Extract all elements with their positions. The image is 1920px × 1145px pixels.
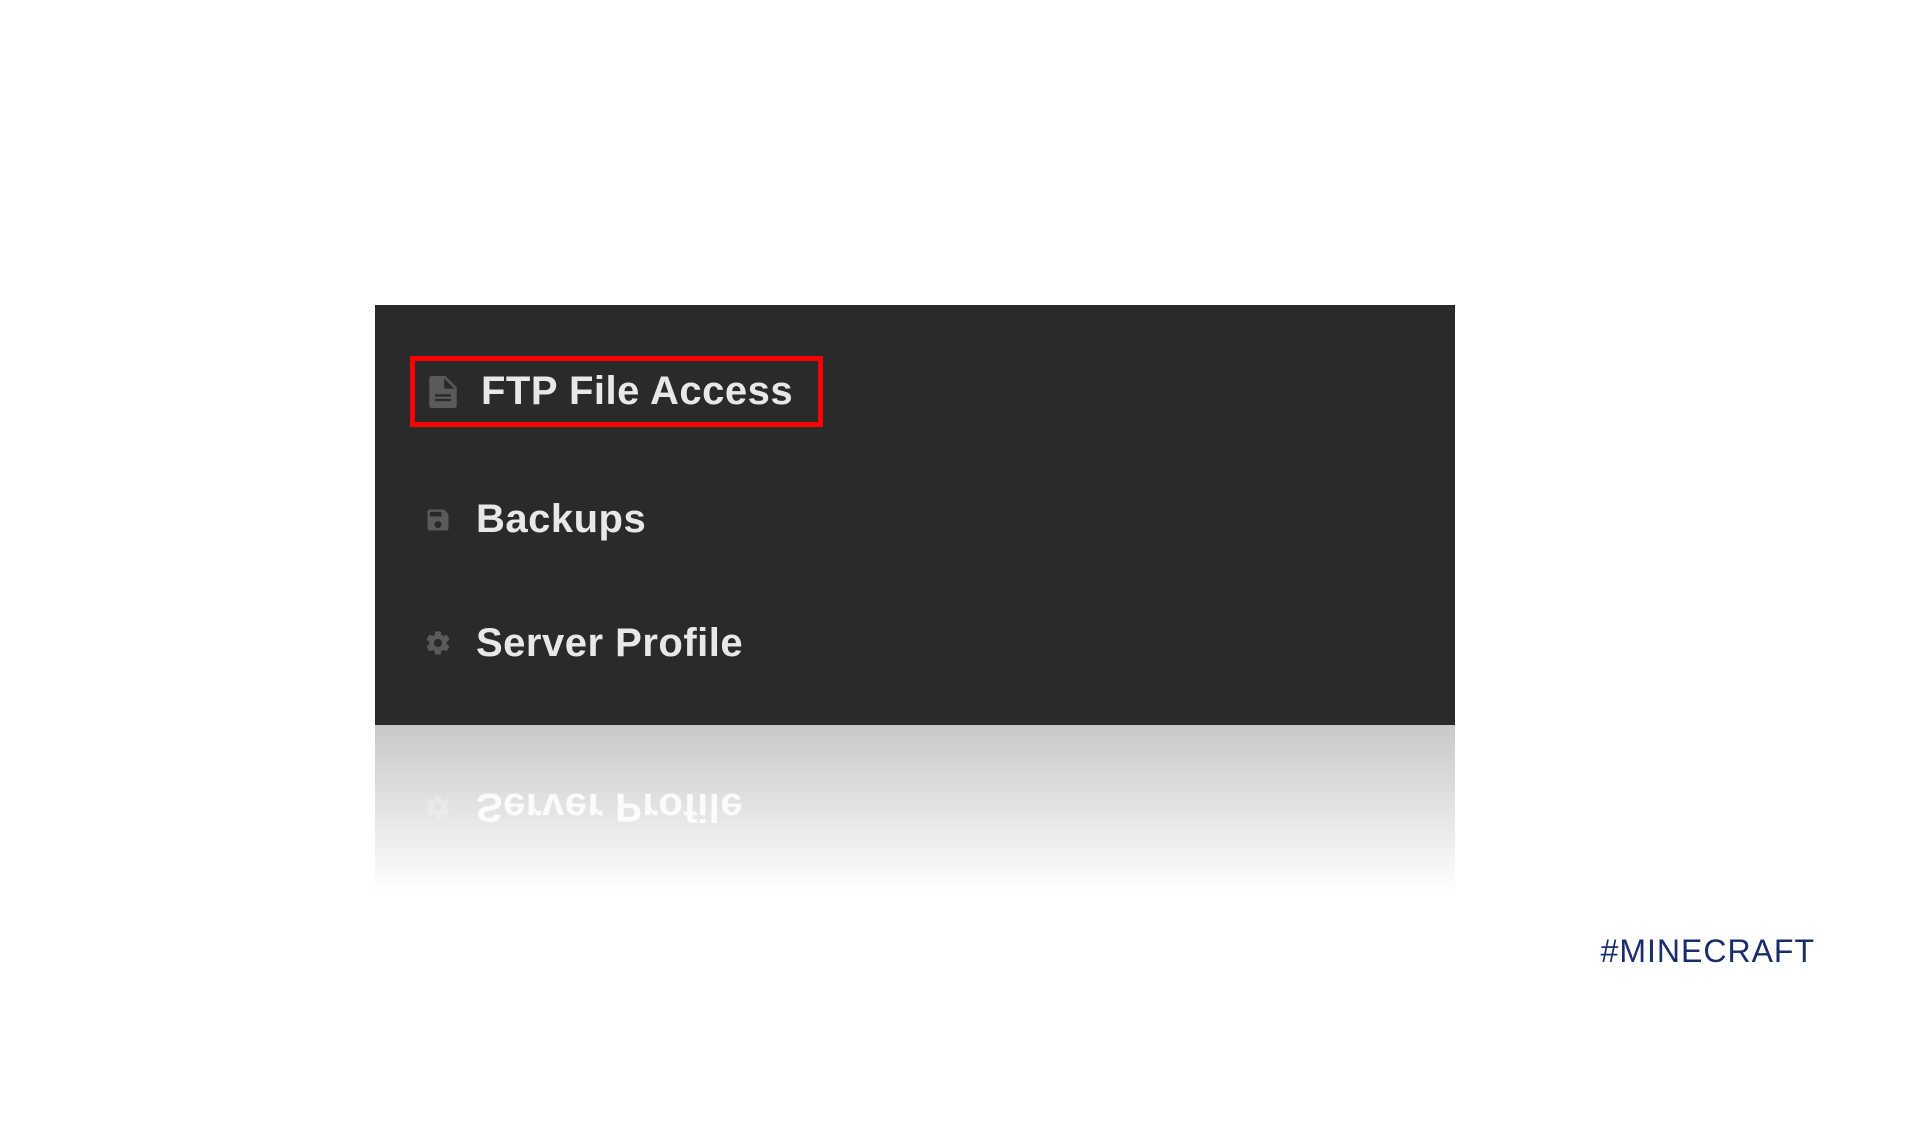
menu-item-ftp-file-access[interactable]: FTP File Access [410,356,823,427]
menu-item-backups[interactable]: Backups [410,489,1420,550]
save-icon [422,504,454,536]
panel-reflection: FTP File Access Backups Server Profile [375,725,1455,1145]
menu-item-label: Backups [476,497,646,542]
menu-item-label: FTP File Access [481,369,793,414]
menu-item-server-profile[interactable]: Server Profile [410,613,1420,674]
gear-icon [422,627,454,659]
panel-wrapper: FTP File Access Backups Server Profile [375,305,1455,1145]
menu-item-label: Server Profile [476,621,743,666]
hashtag-label: #MINECRAFT [1601,933,1815,970]
file-icon [427,376,459,408]
menu-panel: FTP File Access Backups Server Profile [375,305,1455,725]
